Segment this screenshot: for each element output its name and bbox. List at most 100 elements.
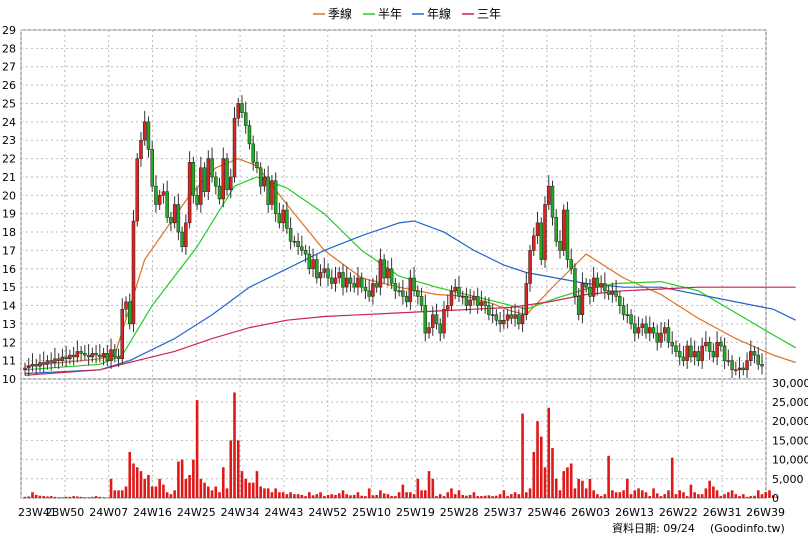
volume-bar (551, 448, 554, 498)
volume-bar (723, 494, 726, 498)
volume-bar (49, 496, 53, 498)
volume-bar (468, 494, 472, 498)
volume-bar (738, 496, 741, 498)
volume-bar (521, 413, 524, 498)
candle-body (251, 143, 255, 163)
volume-bar (502, 490, 506, 498)
candle-body (651, 327, 656, 334)
price-tick-label: 29 (2, 24, 16, 37)
candle-body (225, 158, 229, 191)
candle-body (745, 360, 749, 371)
candle-body (662, 327, 667, 334)
volume-bar (79, 496, 83, 498)
candle-body (318, 272, 323, 279)
candle-body (689, 345, 693, 358)
volume-bar (233, 392, 236, 498)
volume-bar (495, 495, 498, 498)
volume-bar (180, 459, 184, 498)
candle-body (666, 327, 671, 343)
candle-body (113, 349, 117, 358)
volume-bar (465, 495, 468, 498)
volume-bar (431, 478, 435, 498)
volume-bar (64, 496, 68, 498)
volume-tick-label: 25,000 (772, 396, 808, 409)
volume-bar (667, 490, 670, 498)
volume-bar (169, 494, 173, 498)
volume-bar (240, 471, 244, 498)
stock-chart: 10 11 12 13 14 15 16 17 18 19 20 21 22 23 24 25 26 27 28 29… (2, 6, 808, 535)
volume-tick-label: 20,000 (772, 415, 808, 428)
candle-body (659, 332, 663, 343)
candle-body (621, 305, 626, 315)
volume-bar (364, 496, 367, 498)
volume-bar (173, 490, 176, 498)
price-tick-label: 19 (2, 208, 16, 221)
volume-bar (427, 471, 431, 498)
volume-bar (27, 496, 31, 498)
volume-bar (719, 496, 723, 498)
candle-body (472, 296, 476, 301)
volume-bar (113, 490, 117, 498)
candle-body (648, 327, 652, 334)
volume-bar (236, 440, 240, 498)
volume-bar (244, 478, 248, 498)
candle-body (404, 296, 409, 303)
candle-body (356, 277, 360, 288)
volume-bar (704, 488, 708, 498)
volume-bar (293, 494, 296, 498)
candle-body (438, 323, 443, 334)
candle-body (262, 176, 267, 187)
volume-bar (554, 478, 558, 498)
candle-body (135, 158, 139, 222)
candle-body (255, 162, 259, 169)
volume-bar (670, 457, 674, 498)
volume-bar (225, 488, 229, 498)
volume-bar (371, 495, 375, 498)
candle-body (490, 314, 495, 316)
price-tick-label: 13 (2, 318, 16, 331)
candle-body (68, 354, 72, 360)
legend-item: 季線 (313, 6, 352, 21)
candle-body (445, 305, 450, 310)
candle-body (232, 117, 237, 178)
volume-bar (352, 494, 356, 498)
candle-body (363, 286, 368, 292)
volume-bar (266, 488, 270, 498)
volume-bar (480, 496, 483, 498)
candle-body (419, 296, 424, 306)
volume-bar (203, 482, 206, 498)
candle-body (449, 290, 454, 306)
volume-bar (248, 482, 251, 498)
candle-body (202, 167, 207, 192)
volume-bar (438, 494, 442, 498)
volume-bar (38, 495, 42, 498)
candle-body (704, 342, 708, 347)
volume-bar (192, 459, 195, 498)
candle-body (154, 185, 158, 205)
candle-body (670, 342, 674, 347)
volume-bar (614, 492, 618, 498)
candle-body (457, 286, 461, 297)
volume-bar (83, 497, 87, 498)
candle-body (109, 349, 113, 361)
candle-body (71, 354, 76, 358)
candle-body (494, 314, 499, 321)
candle-body (330, 277, 334, 284)
volume-bar (566, 467, 569, 498)
candle-body (640, 323, 645, 328)
candle-body (273, 180, 278, 214)
volume-bar (409, 492, 412, 498)
volume-bar (607, 455, 610, 498)
candle-body (468, 299, 472, 306)
candle-body (75, 351, 80, 358)
volume-bar (337, 493, 341, 498)
x-tick-label: 23W50 (45, 506, 84, 519)
volume-bar (640, 490, 644, 498)
volume-bar (622, 490, 625, 498)
candle-body (513, 314, 517, 319)
price-tick-label: 27 (2, 61, 16, 74)
price-plot-area (20, 29, 767, 380)
volume-bar (109, 478, 113, 498)
candle-body (412, 277, 416, 292)
x-tick-label: 26W22 (659, 506, 698, 519)
